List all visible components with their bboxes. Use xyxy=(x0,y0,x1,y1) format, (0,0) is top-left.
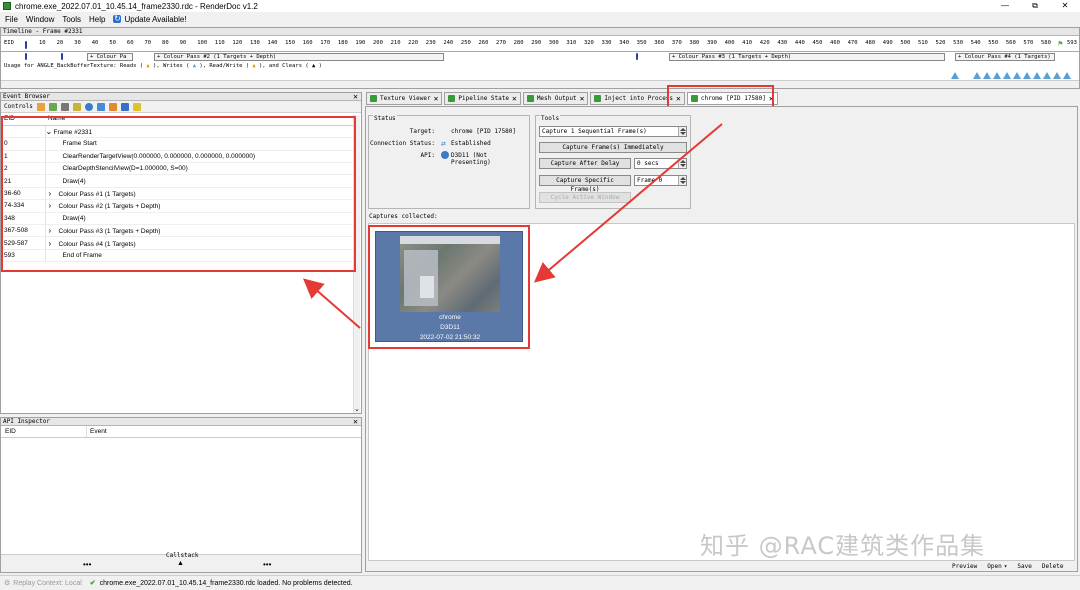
replay-icon: ⚙ xyxy=(4,580,11,587)
arrow-to-capture xyxy=(533,123,723,283)
watermark: 知乎 @RAC建筑类作品集 xyxy=(700,532,986,560)
status-message: chrome.exe_2022.07.01_10.45.14_frame2330… xyxy=(99,579,353,587)
status-bar: ⚙ Replay Context: Local ✔ chrome.exe_202… xyxy=(0,575,1080,590)
checkmark-icon: ✔ xyxy=(89,580,96,587)
replay-context[interactable]: Replay Context: Local xyxy=(13,580,81,587)
arrow-to-event-browser xyxy=(302,278,361,329)
annotation-arrows xyxy=(302,123,723,329)
